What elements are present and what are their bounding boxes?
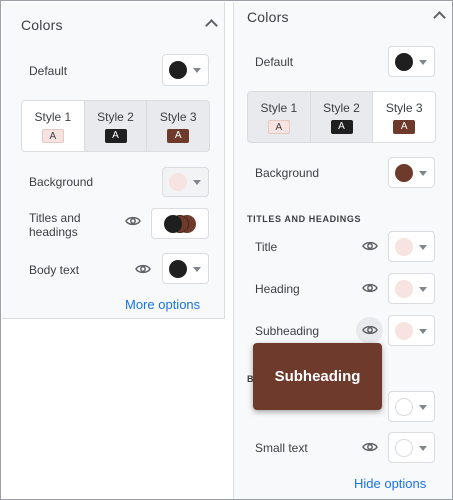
default-label: Default xyxy=(255,55,294,69)
style-label: Style 2 xyxy=(97,110,134,124)
eye-icon[interactable] xyxy=(356,317,383,344)
caret-down-icon xyxy=(193,267,201,272)
background-color-picker[interactable] xyxy=(388,157,435,188)
style-chip: A xyxy=(41,129,64,143)
color-swatch xyxy=(395,398,413,416)
eye-icon[interactable] xyxy=(362,282,378,294)
colors-panel-expanded: Colors Default Style 1 A Style 2 A Style… xyxy=(233,2,452,499)
small-text-color-picker[interactable] xyxy=(388,432,435,463)
color-swatch xyxy=(169,61,187,79)
caret-down-icon xyxy=(193,180,201,185)
body-text-color-picker[interactable] xyxy=(162,253,209,284)
title-color-picker[interactable] xyxy=(388,231,435,262)
section-heading: TITLES AND HEADINGS xyxy=(247,214,362,224)
caret-down-icon xyxy=(419,329,427,334)
caret-down-icon xyxy=(419,287,427,292)
panel-title: Colors xyxy=(247,9,289,25)
heading-label: Heading xyxy=(255,282,300,296)
titles-headings-color-picker[interactable] xyxy=(151,208,209,239)
caret-down-icon xyxy=(419,405,427,410)
style-chip: A xyxy=(393,120,416,134)
small-text-label: Small text xyxy=(255,441,308,455)
title-label: Title xyxy=(255,240,278,254)
caret-down-icon xyxy=(419,171,427,176)
chevron-up-icon[interactable] xyxy=(433,11,446,24)
color-swatch xyxy=(395,439,413,457)
subheading-tooltip: Subheading xyxy=(253,343,382,410)
style-label: Style 3 xyxy=(385,101,423,115)
style-label: Style 1 xyxy=(260,101,298,115)
default-label: Default xyxy=(29,64,68,78)
panel-title: Colors xyxy=(21,17,63,33)
body-text-color-picker[interactable] xyxy=(388,391,435,422)
screenshot-frame: Colors Default Style 1 A Style 2 A Style… xyxy=(0,0,453,500)
caret-down-icon xyxy=(419,446,427,451)
default-color-picker[interactable] xyxy=(388,46,435,77)
style-chip: A xyxy=(330,120,353,134)
style-chip: A xyxy=(104,129,127,143)
eye-icon[interactable] xyxy=(125,215,141,227)
style-option-3[interactable]: Style 3 A xyxy=(146,101,209,151)
color-swatch xyxy=(395,53,413,71)
color-swatch xyxy=(395,280,413,298)
style-option-1[interactable]: Style 1 A xyxy=(248,92,310,142)
default-color-picker[interactable] xyxy=(162,54,209,86)
style-option-1[interactable]: Style 1 A xyxy=(22,101,84,151)
eye-icon[interactable] xyxy=(362,240,378,252)
color-swatch xyxy=(395,238,413,256)
color-swatch xyxy=(395,164,413,182)
titles-headings-label-line2: headings xyxy=(29,225,78,239)
subheading-label: Subheading xyxy=(255,324,320,338)
titles-headings-label-line1: Titles and xyxy=(29,211,81,225)
colors-panel-collapsed: Colors Default Style 1 A Style 2 A Style… xyxy=(2,2,225,319)
style-chip: A xyxy=(267,120,290,134)
color-swatch xyxy=(169,260,187,278)
background-label: Background xyxy=(255,166,320,180)
style-selector[interactable]: Style 1 A Style 2 A Style 3 A xyxy=(247,91,436,143)
style-option-2[interactable]: Style 2 A xyxy=(83,101,147,151)
subheading-color-picker[interactable] xyxy=(388,315,435,346)
style-option-3[interactable]: Style 3 A xyxy=(372,92,435,142)
style-selector[interactable]: Style 1 A Style 2 A Style 3 A xyxy=(21,100,210,152)
more-options-link[interactable]: More options xyxy=(125,297,200,312)
color-swatch xyxy=(395,322,413,340)
caret-down-icon xyxy=(193,68,201,73)
color-swatch xyxy=(164,215,182,233)
heading-color-picker[interactable] xyxy=(388,273,435,304)
style-label: Style 3 xyxy=(159,110,197,124)
body-text-label: Body text xyxy=(29,263,80,277)
style-chip: A xyxy=(167,129,190,143)
eye-icon[interactable] xyxy=(135,263,151,275)
style-label: Style 1 xyxy=(34,110,72,124)
eye-icon[interactable] xyxy=(362,441,378,453)
style-label: Style 2 xyxy=(323,101,360,115)
caret-down-icon xyxy=(419,245,427,250)
background-label: Background xyxy=(29,175,94,189)
color-swatch xyxy=(169,173,187,191)
chevron-up-icon[interactable] xyxy=(205,19,218,32)
style-option-2[interactable]: Style 2 A xyxy=(309,92,373,142)
caret-down-icon xyxy=(419,60,427,65)
hide-options-link[interactable]: Hide options xyxy=(354,476,426,491)
background-color-picker[interactable] xyxy=(162,167,209,197)
